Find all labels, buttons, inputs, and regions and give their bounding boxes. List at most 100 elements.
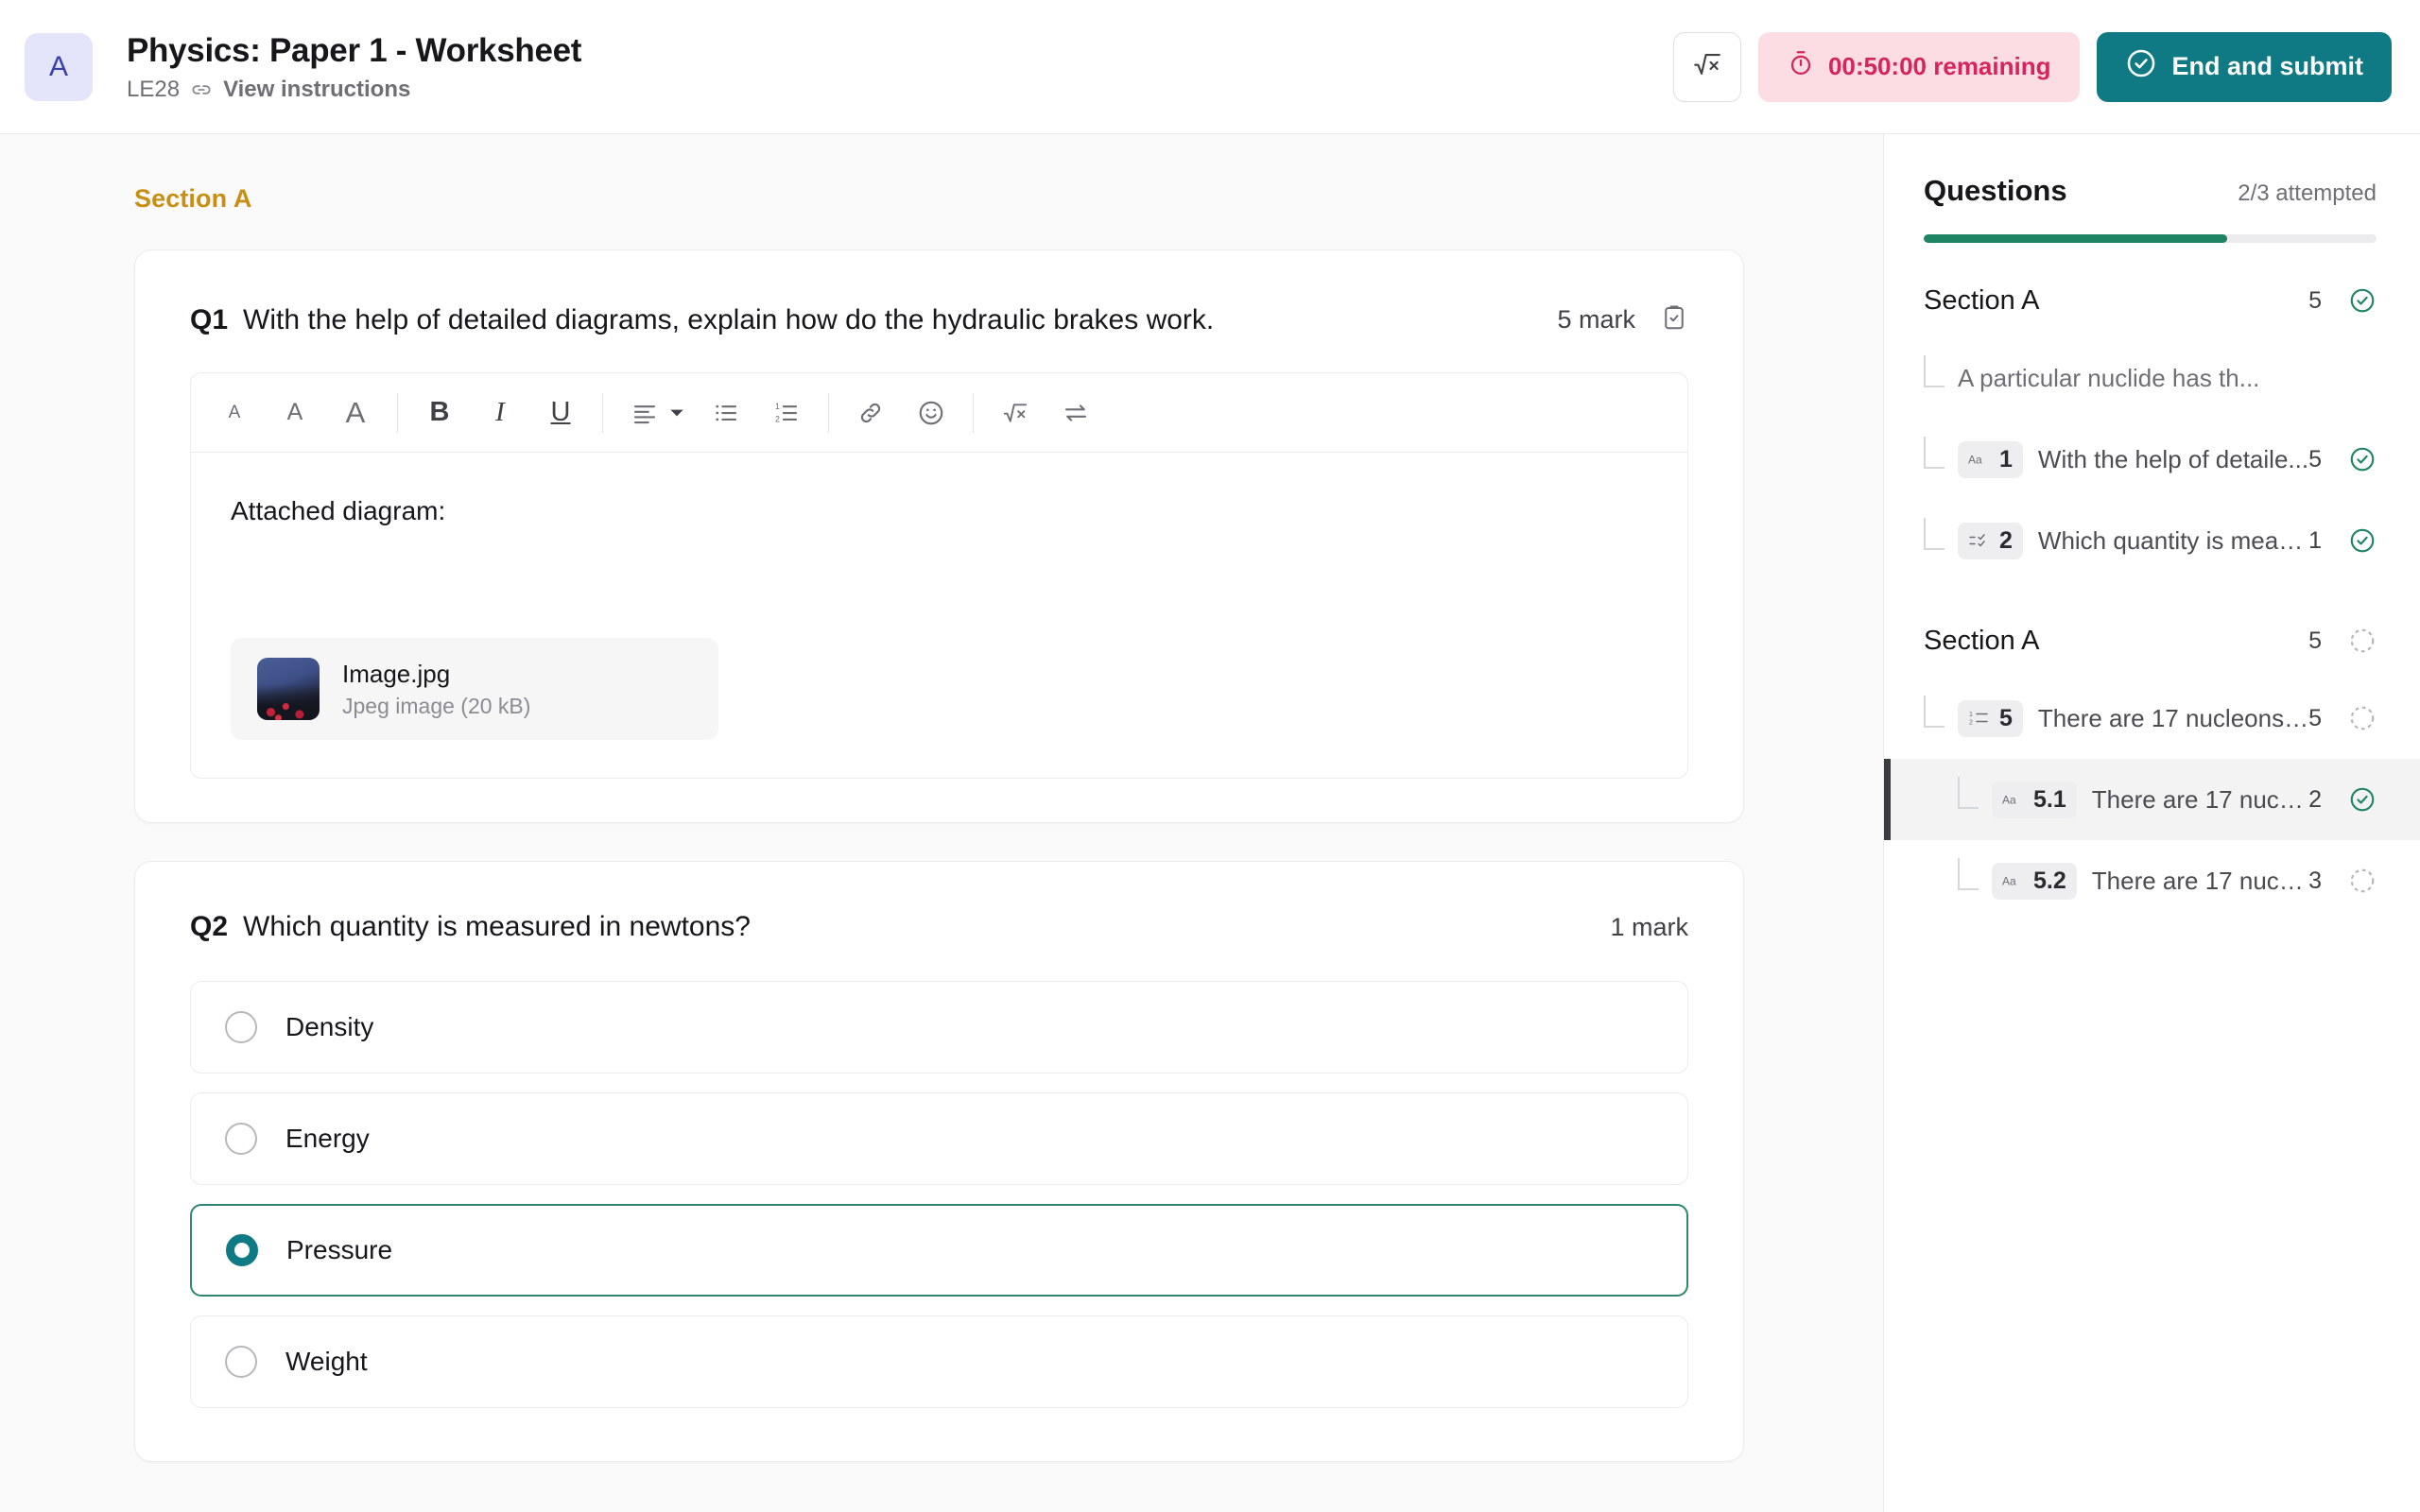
question-number: Q2	[190, 911, 229, 942]
sidebar-item[interactable]: Aa 5.2 There are 17 nuclin... 3	[1884, 840, 2420, 921]
question-card-q1: Q1 With the help of detailed diagrams, e…	[134, 249, 1744, 823]
mcq-option-label: Energy	[285, 1124, 370, 1153]
text-icon: Aa	[2002, 872, 2025, 889]
sidebar-section-header[interactable]: Section A 5	[1884, 604, 2420, 678]
sidebar-section-points: 5	[2308, 627, 2322, 654]
sidebar-item-label: There are 17 nuclin...	[2091, 866, 2309, 895]
sidebar-item-active[interactable]: Aa 5.1 There are 17 nuclin... 2	[1884, 759, 2420, 840]
question-marks: 5 mark	[1557, 305, 1635, 334]
bold-icon[interactable]: B	[409, 383, 470, 443]
font-size-medium-icon[interactable]: A	[265, 383, 325, 443]
sidebar-section-header[interactable]: Section A 5	[1884, 264, 2420, 337]
sidebar-section-name: Section A	[1924, 625, 2040, 656]
question-index: 2	[1999, 526, 2013, 554]
sidebar-item-points: 1	[2308, 526, 2322, 554]
svg-text:Aa: Aa	[2002, 875, 2016, 888]
toolbar-divider	[828, 392, 829, 433]
bulleted-list-icon[interactable]	[696, 383, 756, 443]
timer-text: 00:50:00 remaining	[1827, 52, 2051, 80]
underline-icon[interactable]: U	[530, 383, 591, 443]
mcq-option-selected[interactable]: Pressure	[190, 1204, 1688, 1297]
sidebar-item-points: 2	[2308, 785, 2322, 813]
emoji-icon[interactable]	[901, 383, 961, 443]
link-icon[interactable]	[840, 383, 901, 443]
section-heading: Section A	[134, 184, 252, 213]
timer-badge: 00:50:00 remaining	[1757, 31, 2080, 102]
sidebar-item-label: There are 17 nuclin...	[2091, 784, 2309, 814]
attachment-chip[interactable]: Image.jpg Jpeg image (20 kB)	[231, 638, 718, 740]
editor-content[interactable]: Attached diagram: Image.jpg Jpeg image (…	[191, 453, 1687, 778]
mcq-option[interactable]: Energy	[190, 1092, 1688, 1185]
sidebar-item[interactable]: A particular nuclide has th...	[1884, 337, 2420, 419]
status-pending-icon	[2348, 704, 2377, 732]
avatar: A	[25, 32, 93, 101]
status-pending-icon	[2348, 867, 2377, 895]
clipboard-check-icon[interactable]	[1660, 303, 1688, 336]
svg-text:2: 2	[775, 414, 780, 423]
stopwatch-icon	[1787, 49, 1815, 84]
question-panel: Section A Q1 With the help of detailed d…	[0, 134, 1883, 1512]
text-icon: Aa	[2002, 791, 2025, 808]
special-character-icon[interactable]	[1046, 383, 1106, 443]
sidebar-item-label: There are 17 nucleons in...	[2037, 703, 2309, 732]
progress-bar-fill	[1924, 234, 2227, 243]
question-header: Q2 Which quantity is measured in newtons…	[135, 862, 1743, 943]
numbered-list-icon[interactable]: 1 2	[756, 383, 817, 443]
status-done-icon	[2348, 785, 2377, 814]
question-marks: 1 mark	[1610, 912, 1688, 941]
sidebar-item[interactable]: 1 2 5 There are 17 nucleons in... 5	[1884, 678, 2420, 759]
equation-icon[interactable]	[985, 383, 1046, 443]
header-actions: 00:50:00 remaining End and submit	[1672, 31, 2392, 102]
sidebar-title: Questions	[1924, 174, 2067, 207]
question-meta: 1 mark	[1610, 913, 1688, 942]
question-type-badge: 2	[1958, 522, 2023, 559]
mcq-option-label: Density	[285, 1012, 374, 1041]
question-type-badge: 1 2 5	[1958, 699, 2023, 737]
avatar-letter: A	[48, 50, 68, 82]
status-done-icon	[2348, 445, 2377, 473]
check-circle-icon	[2125, 47, 2157, 86]
attachment-meta: Jpeg image (20 kB)	[342, 693, 531, 718]
status-pending-icon	[2348, 627, 2377, 655]
mcq-option-label: Weight	[285, 1347, 368, 1376]
mcq-icon	[1968, 532, 1991, 549]
attempted-count: 2/3 attempted	[2238, 180, 2377, 206]
chevron-down-icon[interactable]	[664, 383, 690, 443]
question-header: Q1 With the help of detailed diagrams, e…	[135, 250, 1743, 336]
font-size-large-icon[interactable]: A	[325, 383, 386, 443]
numbered-list-icon: 1 2	[1968, 710, 1991, 727]
end-and-submit-label: End and submit	[2171, 52, 2364, 80]
svg-text:1: 1	[1969, 712, 1973, 718]
answer-text: Attached diagram:	[231, 496, 446, 525]
question-index: 1	[1999, 445, 2013, 472]
sidebar-item-label: Which quantity is measu...	[2037, 525, 2309, 555]
question-type-badge: Aa 5.2	[1992, 862, 2077, 900]
square-root-icon	[1691, 48, 1723, 85]
radio-selected-icon[interactable]	[226, 1234, 258, 1266]
sidebar-item-points: 3	[2308, 867, 2322, 894]
attachment-thumbnail	[257, 658, 320, 720]
toolbar-divider	[397, 392, 398, 433]
tree-connector-icon	[1924, 518, 1945, 550]
title-block: Physics: Paper 1 - Worksheet LE28 View i…	[127, 31, 581, 103]
font-size-small-icon[interactable]: A	[204, 383, 265, 443]
sidebar-item[interactable]: 2 Which quantity is measu... 1	[1884, 500, 2420, 581]
end-and-submit-button[interactable]: End and submit	[2096, 31, 2392, 102]
mcq-option[interactable]: Weight	[190, 1315, 1688, 1408]
radio-icon[interactable]	[225, 1346, 257, 1378]
tree-connector-icon	[1924, 696, 1945, 728]
svg-text:2: 2	[1969, 720, 1973, 727]
questions-sidebar: Questions 2/3 attempted Section A 5 A pa…	[1883, 134, 2420, 1512]
radio-icon[interactable]	[225, 1011, 257, 1043]
page-title: Physics: Paper 1 - Worksheet	[127, 31, 582, 69]
italic-icon[interactable]: I	[470, 383, 530, 443]
sidebar-item[interactable]: Aa 1 With the help of detaile... 5	[1884, 419, 2420, 500]
mcq-option-label: Pressure	[286, 1235, 393, 1264]
radio-icon[interactable]	[225, 1123, 257, 1155]
editor-toolbar: A A A B I U 1 2	[191, 373, 1687, 453]
view-instructions-link[interactable]: View instructions	[223, 77, 410, 103]
equation-button[interactable]	[1672, 31, 1741, 102]
svg-text:Aa: Aa	[1968, 454, 1982, 467]
sidebar-question-list: Section A 5 A particular nuclide has th.…	[1884, 264, 2420, 921]
mcq-option[interactable]: Density	[190, 981, 1688, 1074]
